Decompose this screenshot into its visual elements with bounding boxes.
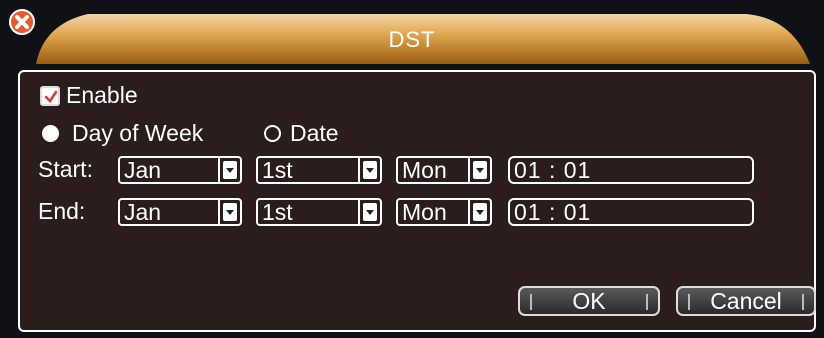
end-day-value: Mon (402, 199, 447, 225)
chevron-down-icon (223, 161, 237, 179)
start-day-value: Mon (402, 157, 447, 183)
dialog-frame: DST Enable Day of Week Date Start: Jan 1… (0, 0, 824, 338)
dialog-panel: Enable Day of Week Date Start: Jan 1st M… (18, 70, 816, 332)
title-bar: DST (8, 8, 816, 64)
select-divider (218, 158, 220, 182)
start-month-select[interactable]: Jan (118, 156, 242, 184)
enable-checkbox[interactable] (40, 86, 60, 106)
select-divider (468, 158, 470, 182)
select-divider (358, 158, 360, 182)
start-time-input[interactable]: 01 : 01 (508, 156, 754, 184)
dst-dialog: DST Enable Day of Week Date Start: Jan 1… (0, 0, 824, 338)
end-time-value: 01 : 01 (514, 199, 592, 225)
end-day-select[interactable]: Mon (396, 198, 492, 226)
dialog-title: DST (388, 27, 436, 52)
end-month-value: Jan (124, 199, 162, 225)
end-label: End: (38, 198, 86, 224)
select-divider (468, 200, 470, 224)
chevron-down-icon (473, 161, 487, 179)
start-month-value: Jan (124, 157, 162, 183)
end-week-select[interactable]: 1st (256, 198, 382, 226)
start-day-select[interactable]: Mon (396, 156, 492, 184)
select-divider (358, 200, 360, 224)
select-divider (218, 200, 220, 224)
radio-date-label: Date (290, 120, 339, 146)
ok-button[interactable]: OK (518, 286, 660, 316)
end-time-input[interactable]: 01 : 01 (508, 198, 754, 226)
enable-label: Enable (66, 82, 138, 108)
start-week-value: 1st (262, 157, 293, 183)
chevron-down-icon (363, 161, 377, 179)
start-label: Start: (38, 156, 93, 182)
start-time-value: 01 : 01 (514, 157, 592, 183)
cancel-button[interactable]: Cancel (676, 286, 816, 316)
start-week-select[interactable]: 1st (256, 156, 382, 184)
end-month-select[interactable]: Jan (118, 198, 242, 226)
chevron-down-icon (473, 203, 487, 221)
radio-day-of-week[interactable] (42, 125, 59, 142)
chevron-down-icon (363, 203, 377, 221)
radio-date[interactable] (264, 125, 281, 142)
end-week-value: 1st (262, 199, 293, 225)
radio-day-of-week-label: Day of Week (72, 120, 204, 146)
chevron-down-icon (223, 203, 237, 221)
check-icon (44, 90, 58, 103)
close-icon[interactable] (8, 8, 36, 36)
